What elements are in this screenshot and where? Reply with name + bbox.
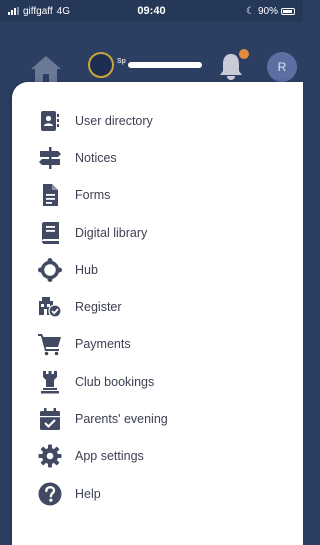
gear-icon bbox=[37, 443, 63, 469]
menu-item-label: App settings bbox=[75, 449, 144, 464]
menu-item-register[interactable]: Register bbox=[12, 288, 303, 325]
menu-item-label: User directory bbox=[75, 113, 153, 128]
signal-icon bbox=[8, 7, 19, 15]
school-name: Sp bbox=[117, 58, 126, 65]
menu-item-hub[interactable]: Hub bbox=[12, 251, 303, 288]
book-icon bbox=[37, 220, 63, 246]
menu-item-app-settings[interactable]: App settings bbox=[12, 438, 303, 475]
battery-icon bbox=[281, 7, 295, 15]
document-icon bbox=[37, 182, 63, 208]
menu-item-user-directory[interactable]: User directory bbox=[12, 102, 303, 139]
school-logo bbox=[88, 52, 114, 78]
menu-item-notices[interactable]: Notices bbox=[12, 139, 303, 176]
menu-item-help[interactable]: Help bbox=[12, 475, 303, 512]
redaction-bar bbox=[128, 62, 202, 68]
notification-dot bbox=[239, 49, 249, 59]
menu-item-forms[interactable]: Forms bbox=[12, 177, 303, 214]
avatar[interactable]: R bbox=[267, 52, 297, 82]
rook-icon bbox=[37, 369, 63, 395]
status-time: 09:40 bbox=[137, 5, 166, 17]
status-right: ☾ 90% bbox=[185, 6, 295, 17]
carrier-name: giffgaff bbox=[23, 5, 53, 17]
menu-item-label: Notices bbox=[75, 150, 117, 165]
register-icon bbox=[37, 294, 63, 320]
status-bar: giffgaff 4G 09:40 ☾ 90% bbox=[0, 0, 303, 22]
menu-item-parents-evening[interactable]: Parents' evening bbox=[12, 400, 303, 437]
menu-item-label: Digital library bbox=[75, 225, 148, 240]
status-left: giffgaff 4G bbox=[8, 6, 118, 17]
menu-item-label: Payments bbox=[75, 337, 131, 352]
menu-item-label: Help bbox=[75, 486, 101, 501]
moon-icon: ☾ bbox=[246, 5, 255, 17]
address-book-icon bbox=[37, 108, 63, 134]
menu-item-label: Hub bbox=[75, 262, 98, 277]
home-icon[interactable] bbox=[30, 54, 62, 84]
menu-item-label: Forms bbox=[75, 188, 111, 203]
menu-item-club-bookings[interactable]: Club bookings bbox=[12, 363, 303, 400]
battery-percent: 90% bbox=[257, 5, 278, 17]
menu-item-digital-library[interactable]: Digital library bbox=[12, 214, 303, 251]
network-type: 4G bbox=[56, 5, 71, 17]
question-circle-icon bbox=[37, 481, 63, 507]
signpost-icon bbox=[37, 145, 63, 171]
navigation-drawer: User directory Notices Forms Digital lib… bbox=[12, 82, 303, 545]
menu-item-label: Parents' evening bbox=[75, 412, 168, 427]
menu-item-payments[interactable]: Payments bbox=[12, 326, 303, 363]
menu-item-label: Club bookings bbox=[75, 374, 155, 389]
drawer-menu: User directory Notices Forms Digital lib… bbox=[12, 102, 303, 512]
cart-icon bbox=[37, 331, 63, 357]
hub-icon bbox=[37, 257, 63, 283]
calendar-check-icon bbox=[37, 406, 63, 432]
menu-item-label: Register bbox=[75, 300, 122, 315]
